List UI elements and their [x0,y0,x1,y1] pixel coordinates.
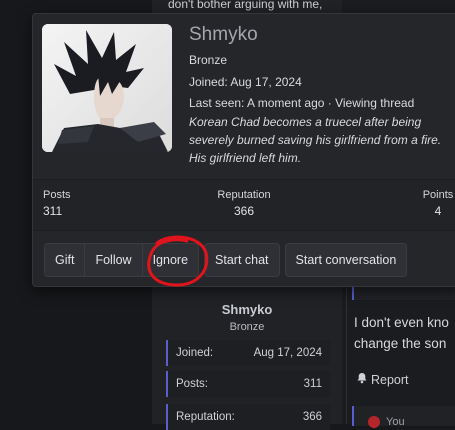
stat-label: Reputation: [176,411,235,423]
postbit-stat-posts: Posts: 311 [166,371,330,397]
postbit-username[interactable]: Shmyko [152,302,342,317]
stat-label: Reputation [217,189,271,201]
stat-posts: Posts 311 [43,189,71,218]
post-text-fragment: don't bother arguing with me, [168,0,323,11]
stat-value: 366 [233,204,255,218]
stat-value: 4 [434,204,442,218]
postbit-rank: Bronze [229,321,265,333]
post-body: I don't even kno change the son [354,312,455,354]
member-tooltip: Shmyko Bronze Joined: Aug 17, 2024 Last … [32,13,455,287]
avatar [368,416,380,428]
start-conversation-button[interactable]: Start conversation [284,243,408,277]
member-status-text: Korean Chad becomes a truecel after bein… [189,115,442,165]
stat-value: Aug 17, 2024 [253,347,322,359]
avatar[interactable] [42,24,172,152]
stat-reputation: Reputation 366 [208,189,280,218]
start-chat-button[interactable]: Start chat [204,243,280,277]
stat-label: Posts: [176,378,208,390]
quote-block [352,286,455,300]
stat-value: 311 [303,378,322,390]
stat-label: Points [422,189,454,201]
stat-value: 311 [43,204,63,218]
member-action-bar: Gift Follow Ignore Start chat Start conv… [44,243,408,277]
follow-button[interactable]: Follow [85,243,143,277]
report-link[interactable]: Report [356,372,409,387]
post-line: I don't even kno [354,315,449,330]
bell-icon [356,372,368,387]
postbit-stat-reputation: Reputation: 366 [166,404,330,430]
member-last-seen: Last seen: A moment ago · Viewing thread [189,96,415,110]
stat-label: Joined: [176,347,214,359]
ignore-button[interactable]: Ignore [142,243,200,277]
member-joined: Joined: Aug 17, 2024 [189,75,302,89]
stat-value: 366 [302,411,322,423]
divider [346,285,347,424]
quote-block: You [352,406,455,428]
report-label: Report [371,372,409,387]
member-username[interactable]: Shmyko [189,24,258,46]
stat-label: Posts [43,189,71,201]
postbit-stat-joined: Joined: Aug 17, 2024 [166,340,330,366]
member-rank: Bronze [189,53,228,67]
gift-button[interactable]: Gift [44,243,86,277]
stat-points: Points 4 [418,189,455,218]
post-line: change the son [354,336,447,351]
quote-author: You [386,416,405,428]
